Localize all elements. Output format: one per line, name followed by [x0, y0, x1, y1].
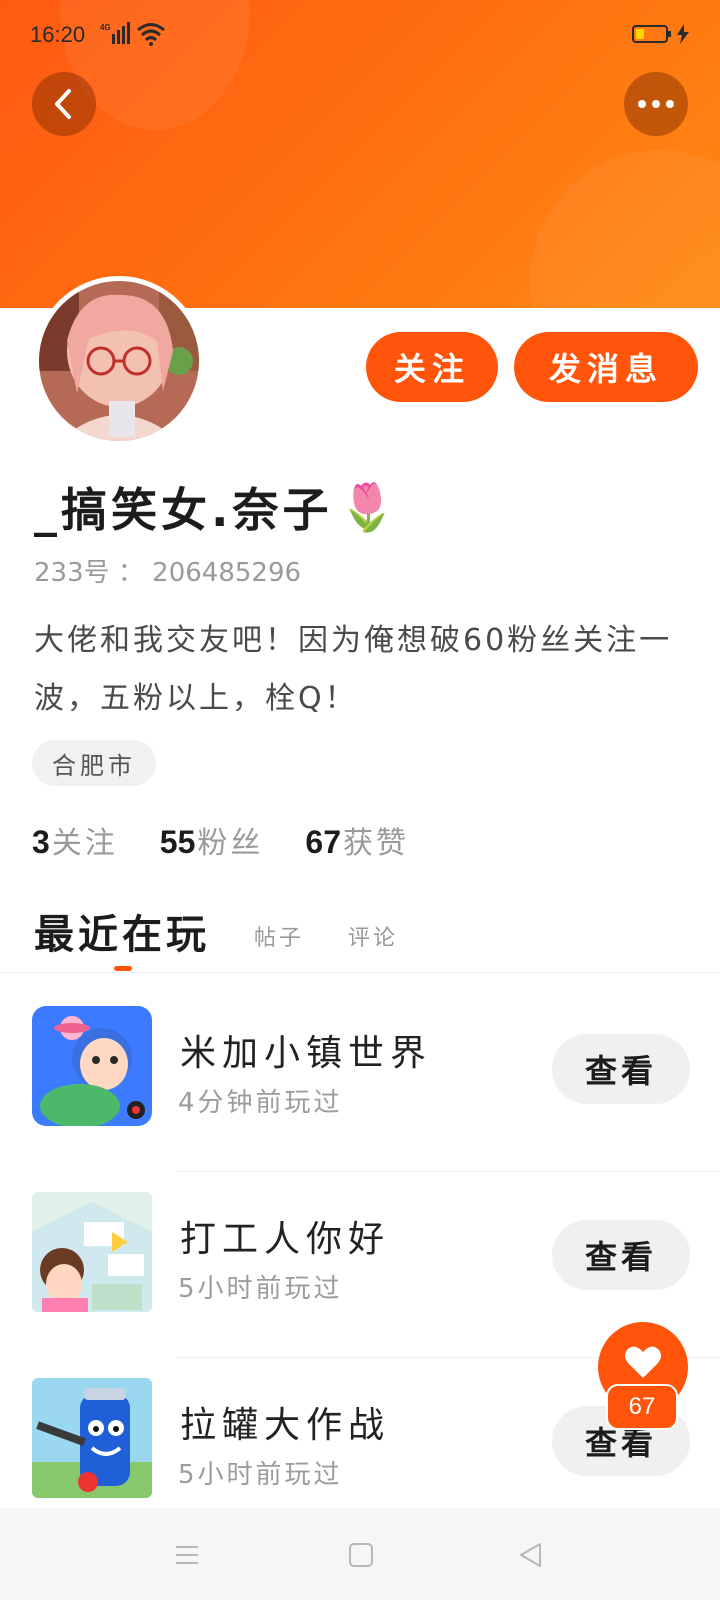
- wifi-icon: [137, 23, 165, 46]
- game-list-item[interactable]: 打工人你好 5小时前玩过 查看: [0, 1172, 720, 1358]
- view-button[interactable]: 查看: [552, 1220, 690, 1290]
- like-count-badge: 67: [606, 1384, 678, 1430]
- game-last-played: 5小时前玩过: [178, 1460, 343, 1490]
- tab-recently-played[interactable]: 最近在玩: [34, 902, 210, 960]
- system-nav-bar: [0, 1508, 720, 1600]
- active-tab-indicator: [114, 966, 132, 971]
- back-button[interactable]: [32, 72, 96, 136]
- stat-label: 获赞: [342, 826, 409, 861]
- game-last-played: 5小时前玩过: [178, 1274, 343, 1304]
- stat-label: 粉丝: [197, 826, 264, 861]
- game-title: 拉罐大作战: [180, 1405, 391, 1446]
- status-time: 16:20: [30, 22, 86, 47]
- status-bar: 16:20 4G: [0, 0, 720, 72]
- stat-label: 关注: [51, 826, 118, 861]
- stat-likes: 67 获赞: [305, 818, 409, 862]
- stat-number: 3: [32, 824, 50, 860]
- game-last-played: 4分钟前玩过: [178, 1088, 343, 1118]
- avatar[interactable]: [34, 276, 204, 446]
- send-message-button[interactable]: 发消息: [514, 332, 698, 402]
- more-button[interactable]: [624, 72, 688, 136]
- game-title: 打工人你好: [180, 1219, 391, 1260]
- game-list-item[interactable]: 米加小镇世界 4分钟前玩过 查看: [0, 986, 720, 1172]
- divider: [0, 972, 720, 973]
- game-icon: [32, 1006, 152, 1126]
- username: _搞笑女.奈子 🌷: [34, 474, 400, 540]
- stat-number: 67: [305, 824, 341, 860]
- game-icon: [32, 1192, 152, 1312]
- menu-icon[interactable]: [174, 1542, 200, 1568]
- username-text: _搞笑女.奈子: [34, 483, 333, 537]
- profile-tabs: 最近在玩 帖子 评论: [34, 900, 398, 960]
- home-square-icon[interactable]: [348, 1542, 374, 1568]
- view-button[interactable]: 查看: [552, 1034, 690, 1104]
- chevron-left-icon: [55, 89, 71, 119]
- profile-stats: 3 关注 55 粉丝 67 获赞: [32, 818, 409, 862]
- more-horizontal-icon: [638, 100, 674, 108]
- stat-following[interactable]: 3 关注: [32, 818, 118, 862]
- location-tag: 合肥市: [32, 740, 156, 786]
- network-type: 4G: [100, 23, 111, 32]
- game-title: 米加小镇世界: [180, 1033, 433, 1074]
- signal-icon: 4G: [100, 22, 130, 44]
- avatar-image: [39, 281, 199, 441]
- charging-icon: [677, 24, 689, 44]
- battery-icon: [632, 25, 671, 43]
- tab-comments[interactable]: 评论: [348, 920, 398, 960]
- banner-decoration: [530, 150, 720, 308]
- user-id: 233号 ： 206485296: [34, 558, 302, 588]
- follow-button[interactable]: 关注: [366, 332, 498, 402]
- back-triangle-icon[interactable]: [518, 1542, 544, 1568]
- stat-followers[interactable]: 55 粉丝: [160, 818, 264, 862]
- heart-icon: [625, 1346, 661, 1378]
- tab-posts[interactable]: 帖子: [254, 920, 304, 960]
- stat-number: 55: [159, 824, 196, 860]
- game-icon: [32, 1378, 152, 1498]
- user-bio: 大佬和我交友吧！因为俺想破60粉丝关注一波，五粉以上，栓Q！: [34, 623, 673, 716]
- tulip-emoji-icon: 🌷: [338, 479, 400, 534]
